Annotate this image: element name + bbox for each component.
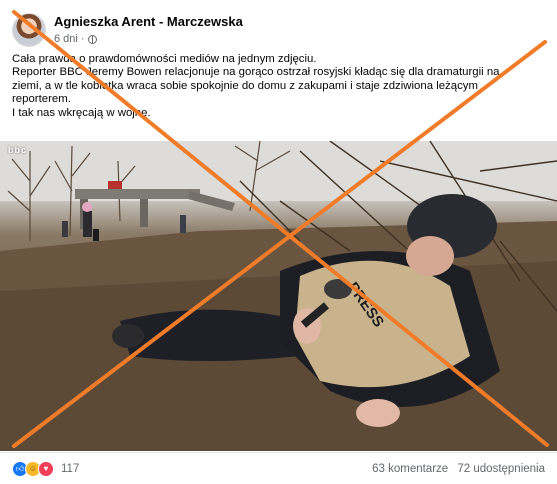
post-meta: Agnieszka Arent - Marczewska 6 dni ·: [54, 14, 243, 46]
post-timestamp[interactable]: 6 dni: [54, 32, 78, 46]
shares-count[interactable]: 72 udostępnienia: [457, 463, 545, 475]
love-icon: ♥: [38, 460, 54, 477]
post-text-line: ziemi, a w tle kobietka wraca sobie spok…: [12, 79, 478, 92]
post-photo[interactable]: PRESS bbc: [0, 141, 557, 451]
post-header: Agnieszka Arent - Marczewska 6 dni ·: [12, 12, 243, 48]
post-text-line: Cała prawda o prawdomówności mediów na j…: [12, 53, 317, 65]
photo-scene: PRESS: [0, 141, 557, 451]
reactions-summary[interactable]: 👍︎ ☺ ♥ 117: [12, 460, 79, 477]
post-text-line: reporterem.: [12, 93, 71, 106]
author-name[interactable]: Agnieszka Arent - Marczewska: [54, 14, 243, 30]
post-footer: 👍︎ ☺ ♥ 117 63 komentarze 72 udostępnieni…: [0, 452, 557, 484]
facebook-post: Agnieszka Arent - Marczewska 6 dni · Cał…: [0, 0, 557, 484]
reaction-count[interactable]: 117: [61, 463, 79, 475]
post-timestamp-row: 6 dni ·: [54, 32, 243, 46]
globe-icon: [87, 34, 97, 44]
comments-count[interactable]: 63 komentarze: [372, 463, 448, 475]
separator-dot: ·: [80, 33, 85, 45]
engagement-stats: 63 komentarze 72 udostępnienia: [366, 463, 545, 475]
post-text-line: Reporter BBC Jeremy Bowen relacjonuje na…: [12, 66, 500, 79]
post-text-line: I tak nas wkręcają w wojnę.: [12, 106, 151, 119]
bbc-watermark: bbc: [8, 145, 28, 155]
post-text: Cała prawda o prawdomówności mediów na j…: [12, 53, 537, 120]
author-avatar[interactable]: [12, 13, 46, 47]
